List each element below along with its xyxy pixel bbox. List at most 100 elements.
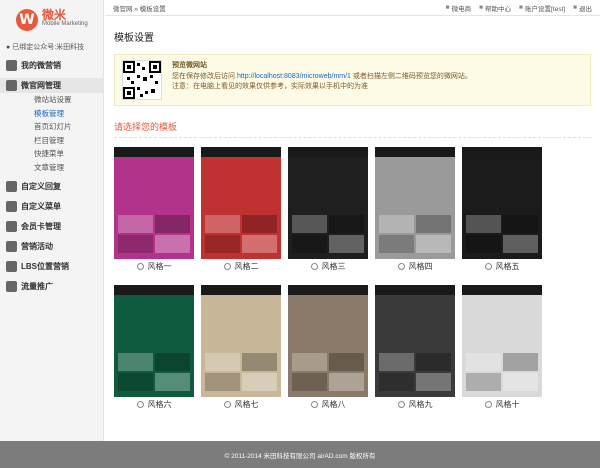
template-label: 风格二: [234, 261, 259, 271]
template-card[interactable]: 风格八: [288, 285, 368, 411]
thumbnail-tile: [503, 373, 538, 391]
sidebar: W 微米 Mobile Marketing ● 已绑定公众号:米田科技 我的微营…: [0, 0, 104, 468]
template-radio-row[interactable]: 风格七: [201, 397, 281, 411]
thumbnail-tile: [118, 215, 153, 233]
template-card[interactable]: 风格四: [375, 147, 455, 273]
preview-text: 预览微网站 您在保存修改后访问 http://localhost:8083/mi…: [172, 61, 472, 93]
template-radio[interactable]: [223, 400, 231, 408]
preview-line2: 注意：在电脑上看见的效果仅供参考，实际效果以手机中的为准: [172, 83, 368, 90]
thumbnail-tile: [416, 353, 451, 371]
breadcrumb[interactable]: 微官网 » 模板设置: [113, 3, 166, 13]
thumbnail-tile: [329, 215, 364, 233]
sidebar-subitem[interactable]: 模板管理: [6, 107, 103, 121]
template-radio[interactable]: [397, 400, 405, 408]
thumbnail-tile: [379, 215, 414, 233]
logo[interactable]: W 微米 Mobile Marketing: [0, 0, 103, 40]
logo-cn: 微米: [42, 8, 67, 22]
sidebar-item-7[interactable]: 流量推广: [6, 279, 103, 294]
sidebar-item-0[interactable]: 我的微营销: [6, 58, 103, 73]
template-radio-row[interactable]: 风格十: [462, 397, 542, 411]
sidebar-item-label: 我的微营销: [21, 61, 61, 70]
template-radio[interactable]: [484, 262, 492, 270]
template-thumbnail[interactable]: [201, 147, 281, 259]
template-radio-row[interactable]: 风格一: [114, 259, 194, 273]
template-radio[interactable]: [136, 400, 144, 408]
sidebar-item-label: 自定义菜单: [21, 202, 61, 211]
sidebar-item-2[interactable]: 自定义回复: [6, 179, 103, 194]
template-thumbnail[interactable]: [288, 147, 368, 259]
menu-spacer: [6, 294, 103, 299]
thumbnail-header-bar: [114, 285, 194, 295]
thumbnail-tile: [155, 235, 190, 253]
template-radio[interactable]: [484, 400, 492, 408]
template-card[interactable]: 风格一: [114, 147, 194, 273]
thumbnail-tile: [118, 373, 153, 391]
template-thumbnail[interactable]: [288, 285, 368, 397]
template-card[interactable]: 风格七: [201, 285, 281, 411]
gift-icon: [6, 241, 17, 252]
thumbnail-tile: [155, 215, 190, 233]
template-radio[interactable]: [397, 262, 405, 270]
template-card[interactable]: 风格六: [114, 285, 194, 411]
thumbnail-tile: [379, 373, 414, 391]
main-content: 模板设置 预览微网站 您在保存修改后访问 http://localhost:80…: [105, 17, 600, 441]
preview-url-link[interactable]: http://localhost:8083/microweb/mm/1: [237, 73, 351, 80]
thumbnail-tile: [503, 235, 538, 253]
sidebar-subitem[interactable]: 栏目管理: [6, 134, 103, 148]
template-label: 风格八: [321, 399, 346, 409]
topnav-cart[interactable]: ■ 微电商: [446, 3, 471, 13]
template-card[interactable]: 风格九: [375, 285, 455, 411]
sidebar-subitem[interactable]: 文章管理: [6, 161, 103, 175]
template-radio[interactable]: [136, 262, 144, 270]
template-radio[interactable]: [310, 262, 318, 270]
preview-line1-a: 您在保存修改后访问: [172, 72, 235, 80]
template-radio-row[interactable]: 风格八: [288, 397, 368, 411]
sidebar-subitem[interactable]: 首页幻灯片: [6, 120, 103, 134]
topnav-logout[interactable]: ■ 退出: [573, 3, 592, 13]
page-title: 模板设置: [114, 33, 154, 44]
sidebar-item-6[interactable]: LBS位置营销: [6, 259, 103, 274]
sidebar-item-label: 营销活动: [21, 242, 53, 251]
template-label: 风格三: [321, 261, 346, 271]
template-thumbnail[interactable]: [114, 147, 194, 259]
sidebar-item-1[interactable]: 微官网管理: [0, 78, 104, 93]
topnav-label: 微电商: [451, 5, 472, 13]
thumbnail-tile: [205, 235, 240, 253]
sidebar-item-3[interactable]: 自定义菜单: [6, 199, 103, 214]
sidebar-subitem[interactable]: 微站站设置: [6, 93, 103, 107]
template-radio-row[interactable]: 风格三: [288, 259, 368, 273]
template-radio-row[interactable]: 风格九: [375, 397, 455, 411]
template-card[interactable]: 风格十: [462, 285, 542, 411]
template-radio[interactable]: [310, 400, 318, 408]
template-card[interactable]: 风格二: [201, 147, 281, 273]
topnav-help[interactable]: ■ 帮助中心: [479, 3, 511, 13]
thumbnail-tile: [292, 373, 327, 391]
template-radio-row[interactable]: 风格四: [375, 259, 455, 273]
thumbnail-tiles: [118, 353, 190, 391]
thumbnail-tiles: [292, 353, 364, 391]
topnav-settings[interactable]: ■ 账户设置[test]: [519, 3, 565, 13]
thumbnail-tile: [205, 353, 240, 371]
sidebar-item-4[interactable]: 会员卡管理: [6, 219, 103, 234]
thumbnail-header-bar: [462, 147, 542, 157]
template-card[interactable]: 风格五: [462, 147, 542, 273]
sidebar-subitem[interactable]: 快捷菜单: [6, 147, 103, 161]
sidebar-item-5[interactable]: 营销活动: [6, 239, 103, 254]
bound-account-label: 已绑定公众号:米田科技: [12, 44, 85, 51]
template-thumbnail[interactable]: [375, 285, 455, 397]
template-radio[interactable]: [223, 262, 231, 270]
template-thumbnail[interactable]: [375, 147, 455, 259]
template-thumbnail[interactable]: [201, 285, 281, 397]
logo-en: Mobile Marketing: [42, 21, 88, 27]
template-card[interactable]: 风格三: [288, 147, 368, 273]
template-radio-row[interactable]: 风格二: [201, 259, 281, 273]
footer: © 2011-2014 米田科技有限公司 airAD.com 版权所有: [0, 441, 600, 468]
template-thumbnail[interactable]: [114, 285, 194, 397]
template-thumbnail[interactable]: [462, 147, 542, 259]
template-thumbnail[interactable]: [462, 285, 542, 397]
template-radio-row[interactable]: 风格五: [462, 259, 542, 273]
thumbnail-tile: [242, 353, 277, 371]
template-radio-row[interactable]: 风格六: [114, 397, 194, 411]
preview-title: 预览微网站: [172, 62, 207, 69]
thumbnail-tiles: [379, 353, 451, 391]
